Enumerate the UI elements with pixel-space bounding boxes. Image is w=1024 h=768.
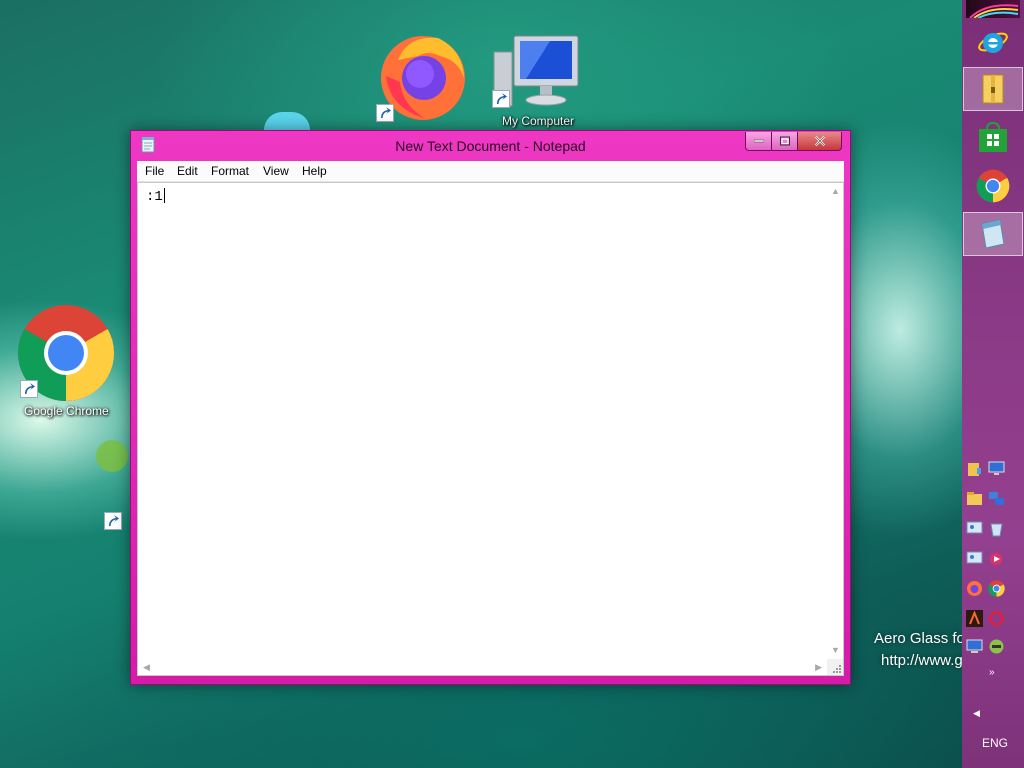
partial-desktop-icon [264,112,310,130]
my-computer-desktop-icon[interactable]: My Computer [490,30,590,132]
menu-file[interactable]: File [145,164,164,178]
file-explorer-icon [982,74,1004,104]
tray-chrome-icon[interactable] [988,580,1005,597]
tray-recycle-bin-icon[interactable] [988,520,1005,537]
text-editor[interactable]: :1 ▲ ▼ ◀ ▶ [137,182,844,676]
maximize-icon [779,136,790,146]
menu-help[interactable]: Help [302,164,327,178]
editor-text: :1 [146,189,163,205]
resize-grip-icon [833,665,841,673]
taskbar-chrome[interactable] [963,164,1023,208]
shortcut-arrow-icon [20,380,38,398]
menu-bar: File Edit Format View Help [137,161,844,182]
close-button[interactable] [798,132,842,151]
window-title: New Text Document - Notepad [395,138,586,154]
scroll-down-arrow-icon[interactable]: ▼ [831,646,840,655]
tray-opera-icon[interactable] [988,610,1005,627]
scroll-right-arrow-icon[interactable]: ▶ [815,663,822,672]
start-logo-icon [969,4,1019,18]
tray-settings-icon[interactable] [966,550,983,567]
taskbar-store[interactable] [963,115,1023,159]
vertical-scrollbar[interactable]: ▲ ▼ [827,183,843,659]
title-bar[interactable]: New Text Document - Notepad [131,131,850,161]
horizontal-scrollbar[interactable]: ◀ ▶ [138,659,827,675]
scroll-left-arrow-icon[interactable]: ◀ [143,663,150,672]
menu-edit[interactable]: Edit [177,164,198,178]
tray-firefox-icon[interactable] [966,580,983,597]
tray-control-panel-icon[interactable] [966,520,983,537]
tray-collapse-arrow-icon[interactable]: ◀ [973,708,980,719]
scroll-up-arrow-icon[interactable]: ▲ [831,187,840,196]
notepad-window[interactable]: New Text Document - Notepad File Edit Fo… [130,130,851,685]
google-chrome-label: Google Chrome [24,404,109,418]
language-indicator[interactable]: ENG [982,736,1008,750]
maximize-button[interactable] [772,132,798,151]
minimize-button[interactable] [745,132,772,151]
menu-format[interactable]: Format [211,164,249,178]
store-icon [979,121,1007,152]
tray-android-icon[interactable] [988,638,1005,655]
close-icon [814,135,825,147]
app-icon [96,440,128,472]
size-grip[interactable] [827,659,843,675]
firefox-desktop-icon[interactable] [376,30,468,122]
unnamed-desktop-shortcut[interactable] [90,436,130,532]
tray-network-icon[interactable] [988,490,1005,507]
editor-text-line: :1 [146,188,165,205]
minimize-icon [753,139,764,143]
tray-media-icon[interactable] [988,550,1005,567]
menu-view[interactable]: View [263,164,289,178]
taskbar-internet-explorer[interactable] [963,20,1023,64]
tray-expand-icon[interactable]: » [989,668,995,678]
my-computer-label: My Computer [502,114,575,128]
internet-explorer-icon [978,32,1008,53]
notepad-icon [981,219,1005,249]
tray-app-icon[interactable] [966,610,983,627]
tray-monitor-icon[interactable] [988,460,1005,477]
taskbar-file-explorer[interactable] [963,67,1023,111]
taskbar: » ◀ [962,0,1024,768]
chrome-icon [976,169,1010,203]
shortcut-arrow-icon [104,512,122,530]
start-button[interactable] [966,0,1020,18]
shortcut-arrow-icon [376,104,394,122]
shortcut-arrow-icon [492,90,510,108]
taskbar-notepad[interactable] [963,212,1023,256]
text-caret [163,188,165,203]
tray-folder-icon[interactable] [966,460,983,477]
tray-computer-icon[interactable] [966,638,983,655]
tray-explorer-icon[interactable] [966,490,983,507]
google-chrome-desktop-icon[interactable]: Google Chrome [14,300,124,420]
